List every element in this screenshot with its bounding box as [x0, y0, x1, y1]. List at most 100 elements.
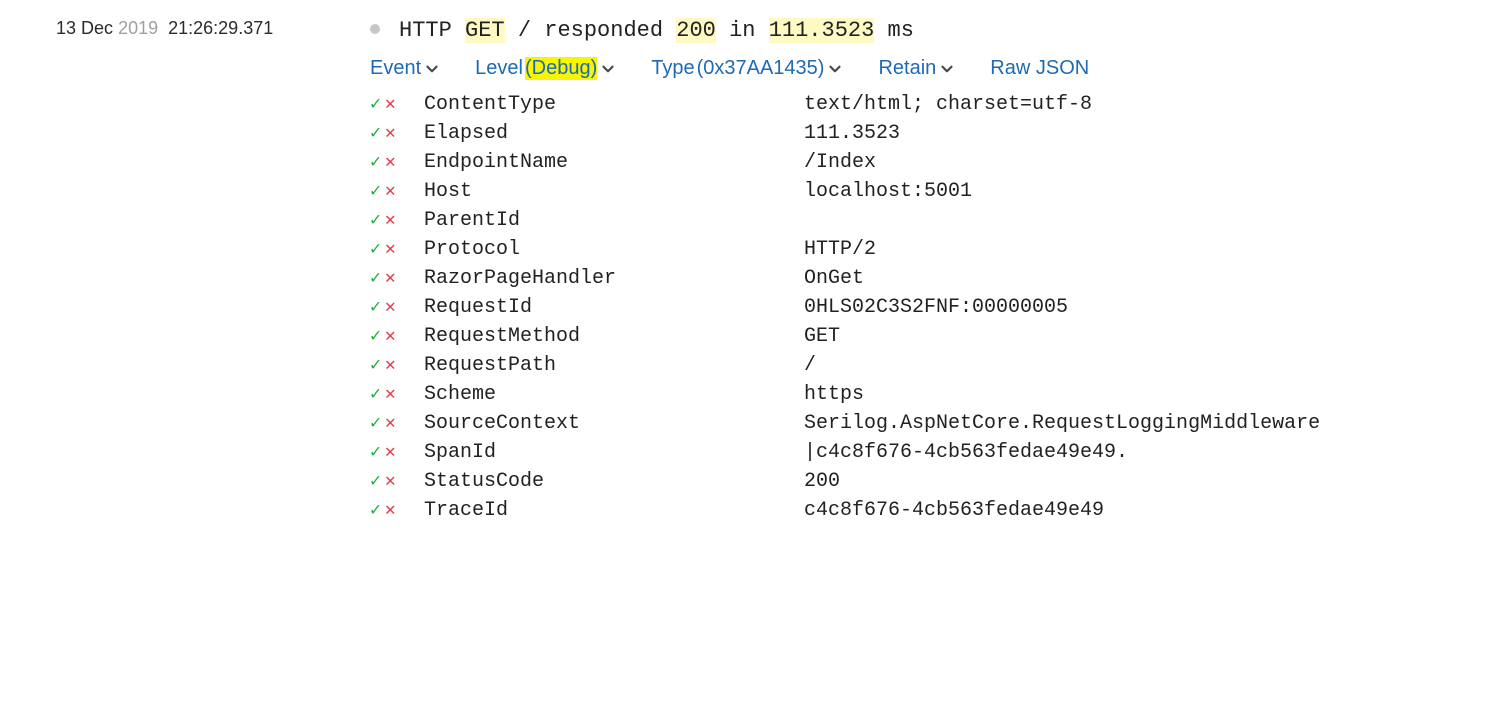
level-indicator-dot: [370, 24, 380, 34]
include-filter-icon[interactable]: ✓: [370, 499, 381, 520]
property-key: ParentId: [424, 209, 804, 232]
exclude-filter-icon[interactable]: ✕: [385, 441, 396, 462]
filter-toggles: ✓✕: [370, 238, 424, 259]
property-key: EndpointName: [424, 151, 804, 174]
include-filter-icon[interactable]: ✓: [370, 383, 381, 404]
property-value: 200: [804, 470, 1495, 493]
property-key: RequestId: [424, 296, 804, 319]
filter-toggles: ✓✕: [370, 354, 424, 375]
property-key: StatusCode: [424, 470, 804, 493]
property-value: |c4c8f676-4cb563fedae49e49.: [804, 441, 1495, 464]
property-value: OnGet: [804, 267, 1495, 290]
property-value: localhost:5001: [804, 180, 1495, 203]
property-row: ✓✕ SourceContextSerilog.AspNetCore.Reques…: [370, 409, 1495, 438]
property-key: Host: [424, 180, 804, 203]
action-row: Event Level (Debug) Type (0x37AA1435) Re…: [370, 57, 1495, 80]
include-filter-icon[interactable]: ✓: [370, 180, 381, 201]
property-row: ✓✕ StatusCode200: [370, 467, 1495, 496]
timestamp-time: 21:26:29.371: [168, 18, 273, 38]
exclude-filter-icon[interactable]: ✕: [385, 93, 396, 114]
filter-toggles: ✓✕: [370, 180, 424, 201]
exclude-filter-icon[interactable]: ✕: [385, 296, 396, 317]
property-value: https: [804, 383, 1495, 406]
exclude-filter-icon[interactable]: ✕: [385, 180, 396, 201]
exclude-filter-icon[interactable]: ✕: [385, 209, 396, 230]
msg-mid1: / responded: [505, 18, 677, 43]
exclude-filter-icon[interactable]: ✕: [385, 122, 396, 143]
exclude-filter-icon[interactable]: ✕: [385, 354, 396, 375]
include-filter-icon[interactable]: ✓: [370, 238, 381, 259]
chevron-down-icon: [599, 60, 617, 78]
property-row: ✓✕ContentTypetext/html; charset=utf-8: [370, 90, 1495, 119]
event-dropdown[interactable]: Event: [370, 57, 441, 80]
property-row: ✓✕RequestPath/: [370, 351, 1495, 380]
chevron-down-icon: [938, 60, 956, 78]
property-value: text/html; charset=utf-8: [804, 93, 1495, 116]
log-message-line: HTTP GET / responded 200 in 111.3523 ms: [370, 18, 1495, 43]
properties-list: ✓✕ContentTypetext/html; charset=utf-8✓✕E…: [370, 90, 1495, 525]
exclude-filter-icon[interactable]: ✕: [385, 412, 396, 433]
filter-toggles: ✓✕: [370, 209, 424, 230]
type-value: (0x37AA1435): [697, 57, 825, 80]
exclude-filter-icon[interactable]: ✕: [385, 151, 396, 172]
property-row: ✓✕TraceIdc4c8f676-4cb563fedae49e49: [370, 496, 1495, 525]
msg-elapsed: 111.3523: [769, 18, 875, 43]
type-dropdown[interactable]: Type (0x37AA1435): [651, 57, 844, 80]
exclude-filter-icon[interactable]: ✕: [385, 499, 396, 520]
include-filter-icon[interactable]: ✓: [370, 122, 381, 143]
msg-mid2: in: [716, 18, 769, 43]
filter-toggles: ✓✕: [370, 267, 424, 288]
property-value: HTTP/2: [804, 238, 1495, 261]
include-filter-icon[interactable]: ✓: [370, 267, 381, 288]
include-filter-icon[interactable]: ✓: [370, 412, 381, 433]
exclude-filter-icon[interactable]: ✕: [385, 470, 396, 491]
include-filter-icon[interactable]: ✓: [370, 296, 381, 317]
property-row: ✓✕RazorPageHandlerOnGet: [370, 264, 1495, 293]
property-row: ✓✕SpanId|c4c8f676-4cb563fedae49e49.: [370, 438, 1495, 467]
raw-json-label: Raw JSON: [990, 57, 1089, 80]
property-key: SourceContext: [424, 412, 804, 435]
exclude-filter-icon[interactable]: ✕: [385, 325, 396, 346]
include-filter-icon[interactable]: ✓: [370, 151, 381, 172]
exclude-filter-icon[interactable]: ✕: [385, 383, 396, 404]
msg-pre: HTTP: [399, 18, 465, 43]
property-row: ✓✕Elapsed111.3523: [370, 119, 1495, 148]
include-filter-icon[interactable]: ✓: [370, 209, 381, 230]
filter-toggles: ✓✕: [370, 441, 424, 462]
chevron-down-icon: [423, 60, 441, 78]
raw-json-link[interactable]: Raw JSON: [990, 57, 1089, 80]
include-filter-icon[interactable]: ✓: [370, 470, 381, 491]
filter-toggles: ✓✕: [370, 383, 424, 404]
level-value: (Debug): [525, 57, 597, 80]
property-value: GET: [804, 325, 1495, 348]
property-row: ✓✕RequestMethodGET: [370, 322, 1495, 351]
filter-toggles: ✓✕: [370, 499, 424, 520]
msg-method: GET: [465, 18, 505, 43]
property-key: TraceId: [424, 499, 804, 522]
filter-toggles: ✓✕: [370, 93, 424, 114]
level-dropdown[interactable]: Level (Debug): [475, 57, 617, 80]
property-key: RazorPageHandler: [424, 267, 804, 290]
property-key: ContentType: [424, 93, 804, 116]
property-key: Scheme: [424, 383, 804, 406]
property-row: ✓✕RequestId0HLS02C3S2FNF:00000005: [370, 293, 1495, 322]
exclude-filter-icon[interactable]: ✕: [385, 267, 396, 288]
property-key: Elapsed: [424, 122, 804, 145]
include-filter-icon[interactable]: ✓: [370, 325, 381, 346]
property-value: /Index: [804, 151, 1495, 174]
include-filter-icon[interactable]: ✓: [370, 354, 381, 375]
include-filter-icon[interactable]: ✓: [370, 441, 381, 462]
include-filter-icon[interactable]: ✓: [370, 93, 381, 114]
level-label: Level: [475, 57, 523, 80]
timestamp-year: 2019: [118, 18, 158, 38]
msg-status: 200: [676, 18, 716, 43]
property-value: Serilog.AspNetCore.RequestLoggingMiddlew…: [804, 412, 1495, 435]
exclude-filter-icon[interactable]: ✕: [385, 238, 396, 259]
filter-toggles: ✓✕: [370, 151, 424, 172]
property-key: SpanId: [424, 441, 804, 464]
filter-toggles: ✓✕: [370, 325, 424, 346]
property-row: ✓✕ProtocolHTTP/2: [370, 235, 1495, 264]
retain-dropdown[interactable]: Retain: [878, 57, 956, 80]
log-body: HTTP GET / responded 200 in 111.3523 ms …: [370, 18, 1495, 525]
log-message: HTTP GET / responded 200 in 111.3523 ms: [399, 18, 914, 43]
